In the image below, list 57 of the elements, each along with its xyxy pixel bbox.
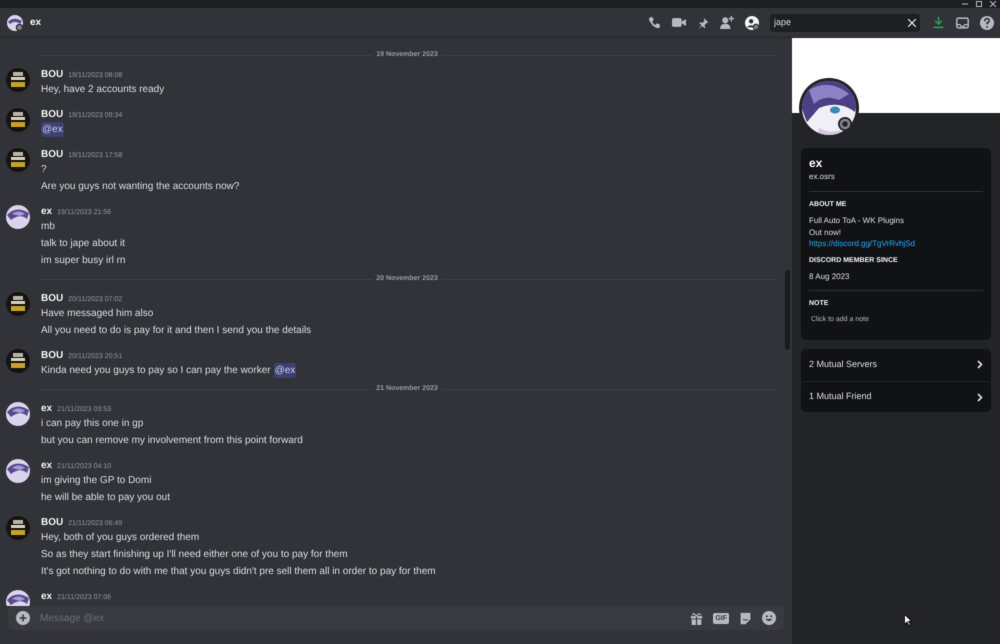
message-text: Kinda need you guys to pay so I can pay the worker [41,364,271,378]
phone-icon[interactable] [648,16,661,29]
add-icon[interactable] [16,611,30,625]
chevron-icon [977,360,983,369]
profile-icon[interactable] [745,16,759,30]
pin-icon[interactable] [697,16,709,28]
clear-icon[interactable] [908,18,916,26]
search-field[interactable]: jape [770,14,920,32]
author-name[interactable]: ex [41,204,52,219]
mouse-cursor-icon [904,614,912,626]
message-text: Hey, have 2 accounts ready [41,83,164,97]
display-name: ex [809,156,824,171]
add-friend-icon[interactable] [720,16,734,29]
message-text: It's got nothing to do with me that you guys didn't pre sell them all in order to pay for them [41,565,436,579]
gift-icon[interactable] [690,612,704,624]
username: ex.osrs [809,171,836,183]
video-camera-icon[interactable] [672,17,686,28]
about-text: Out now! [809,226,842,238]
mutuals-row[interactable]: 1 Mutual Friend [801,381,991,412]
emoji-icon[interactable] [762,611,776,625]
chevron-icon [977,392,983,402]
message-text: but you can remove my involvement from this point forward [41,434,303,448]
message-text: All you need to do is pay for it and then I send you the details [41,324,312,338]
channel-title: ex [30,16,42,30]
author-name[interactable]: ex [41,458,52,473]
message-text: So as they start finishing up I'll need either one of you to pay for them [41,548,348,562]
message-text: Are you guys not wanting the accounts now? [41,180,240,194]
close-icon[interactable] [990,1,996,7]
help-icon[interactable] [980,16,994,30]
message-text: Hey, both of you guys ordered them [41,531,200,545]
inbox-icon[interactable] [956,16,969,28]
message-text: mb [41,220,55,234]
message-text: Have messaged him also [41,307,154,321]
author-name[interactable]: ex [41,589,52,604]
message-text: he will be able to pay you out [41,491,170,505]
message-text: ? [41,163,47,177]
message-text: i can pay this one in gp [41,417,144,431]
message-text: im giving the GP to Domi [41,474,152,488]
scrollbar-thumb[interactable] [785,270,790,350]
author-name[interactable]: BOU [41,107,64,122]
message-text: im super busy irl rn [41,254,126,268]
sticker-icon[interactable] [739,612,752,624]
author-name[interactable]: ex [41,401,52,416]
author-name[interactable]: BOU [41,67,64,82]
about-text: Full Auto ToA - WK Plugins [809,215,906,226]
mention[interactable]: @ex [41,122,64,137]
download-icon[interactable] [932,16,945,29]
about-text: 8 Aug 2023 [809,270,850,282]
author-name[interactable]: BOU [41,147,64,162]
maximize-icon[interactable] [976,1,982,7]
author-name[interactable]: BOU [41,515,64,530]
profile-link[interactable]: https://discord.gg/TgVrRvhjSd [809,238,983,250]
author-name[interactable]: BOU [41,291,64,306]
author-name[interactable]: BOU [41,348,64,363]
minimize-icon[interactable] [962,1,968,7]
message-text: talk to jape about it [41,237,125,251]
mention[interactable]: @ex [274,363,296,378]
